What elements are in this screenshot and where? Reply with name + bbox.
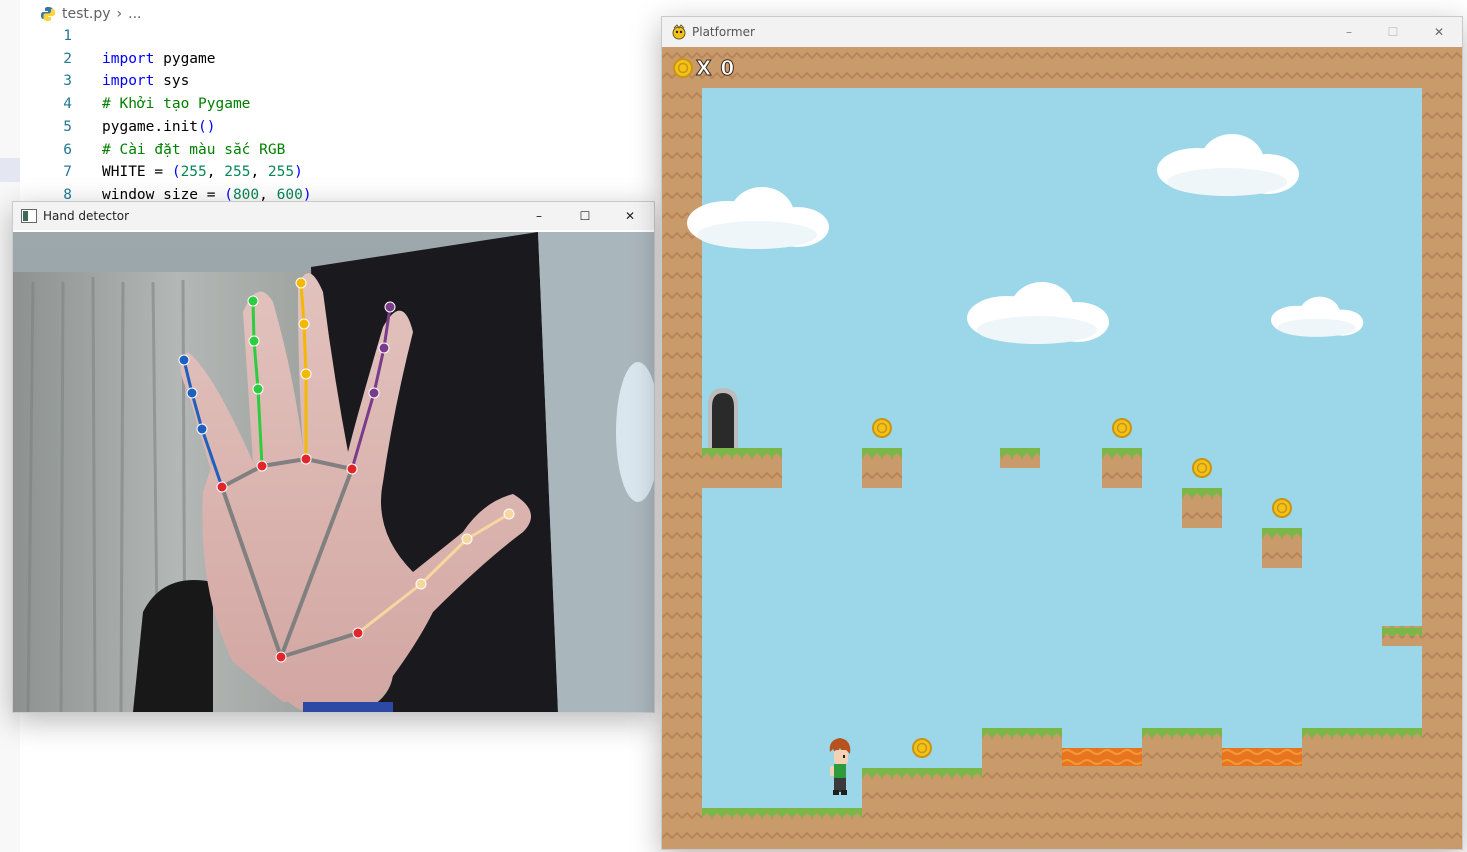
code-token: # Khởi tạo Pygame bbox=[102, 96, 251, 113]
exit-door bbox=[708, 388, 738, 448]
landmark-point bbox=[368, 387, 380, 399]
code-token: , bbox=[250, 164, 268, 181]
code-text: import pygame bbox=[102, 48, 216, 71]
pygame-icon bbox=[672, 24, 686, 40]
landmark-point bbox=[248, 335, 260, 347]
breadcrumb[interactable]: test.py › ... bbox=[40, 3, 141, 25]
close-icon: ✕ bbox=[1433, 25, 1445, 39]
landmark-point bbox=[216, 481, 228, 493]
landmark-point bbox=[300, 368, 312, 380]
lava bbox=[1062, 748, 1142, 766]
code-token: ( bbox=[171, 164, 181, 181]
minimize-icon: – bbox=[536, 209, 542, 223]
hand-detector-titlebar[interactable]: Hand detector – ☐ ✕ bbox=[13, 202, 654, 230]
code-text: WHITE = (255, 255, 255) bbox=[102, 161, 303, 184]
line-number: 5 bbox=[63, 118, 72, 135]
maximize-icon: ☐ bbox=[579, 209, 591, 223]
code-token: , bbox=[206, 164, 225, 181]
coin bbox=[1272, 498, 1292, 518]
coin-count: X 0 bbox=[695, 56, 736, 81]
close-button[interactable]: ✕ bbox=[610, 204, 650, 228]
coin bbox=[1192, 458, 1212, 478]
active-line-marker bbox=[0, 158, 20, 182]
coin bbox=[872, 418, 892, 438]
landmark-point bbox=[178, 354, 190, 366]
close-icon: ✕ bbox=[624, 209, 636, 223]
app-window-icon bbox=[21, 209, 37, 223]
coin-counter: X 0 bbox=[672, 56, 736, 81]
maximize-button[interactable]: ☐ bbox=[1373, 20, 1413, 44]
landmark-point bbox=[352, 627, 364, 639]
landmark-connection bbox=[302, 322, 308, 376]
coin-icon bbox=[673, 58, 693, 78]
coin bbox=[912, 738, 932, 758]
code-token: 255 bbox=[267, 164, 295, 181]
close-button[interactable]: ✕ bbox=[1419, 20, 1459, 44]
maximize-icon: ☐ bbox=[1387, 25, 1399, 39]
landmark-point bbox=[503, 508, 515, 520]
code-token: sys bbox=[154, 73, 190, 90]
hand-detector-title: Hand detector bbox=[43, 209, 130, 223]
line-number: 4 bbox=[63, 96, 72, 113]
landmark-point bbox=[384, 301, 396, 313]
python-file-icon bbox=[41, 7, 55, 21]
breadcrumb-file[interactable]: test.py bbox=[62, 6, 111, 22]
line-number: 6 bbox=[63, 141, 72, 158]
minimize-button[interactable]: – bbox=[519, 204, 559, 228]
landmark-connection bbox=[251, 299, 256, 343]
coin bbox=[1112, 418, 1132, 438]
landmark-point bbox=[196, 423, 208, 435]
landmark-point bbox=[461, 533, 473, 545]
landmark-point bbox=[252, 383, 264, 395]
code-text: # Cài đặt màu sắc RGB bbox=[102, 139, 285, 162]
landmark-point bbox=[295, 277, 307, 289]
game-canvas[interactable] bbox=[662, 48, 1462, 848]
code-token: pygame.init bbox=[102, 118, 199, 135]
breadcrumb-more[interactable]: ... bbox=[128, 6, 141, 22]
platformer-titlebar[interactable]: Platformer – ☐ ✕ bbox=[662, 17, 1462, 47]
lava bbox=[1222, 748, 1302, 766]
code-text: import sys bbox=[102, 70, 189, 93]
webcam-feed bbox=[13, 232, 654, 712]
landmark-point bbox=[378, 342, 390, 354]
maximize-button[interactable]: ☐ bbox=[565, 204, 605, 228]
line-number: 2 bbox=[63, 50, 72, 67]
landmark-point bbox=[256, 460, 268, 472]
landmark-point bbox=[247, 295, 259, 307]
landmark-point bbox=[298, 318, 310, 330]
code-token: 255 bbox=[180, 164, 207, 181]
hand-detector-window[interactable]: Hand detector – ☐ ✕ bbox=[12, 201, 655, 713]
code-token: 255 bbox=[224, 164, 251, 181]
minimize-button[interactable]: – bbox=[1329, 20, 1369, 44]
platformer-window[interactable]: Platformer – ☐ ✕ X 0 bbox=[661, 16, 1463, 850]
landmark-point bbox=[186, 387, 198, 399]
line-number: 1 bbox=[63, 28, 72, 44]
code-token: ) bbox=[294, 164, 303, 181]
line-number: 3 bbox=[63, 73, 72, 90]
code-text: pygame.init() bbox=[102, 116, 216, 139]
platformer-title: Platformer bbox=[692, 25, 755, 39]
landmark-point bbox=[415, 578, 427, 590]
landmark-point bbox=[275, 651, 287, 663]
landmark-point bbox=[346, 463, 358, 475]
code-token: # Cài đặt màu sắc RGB bbox=[102, 141, 286, 158]
breadcrumb-separator: › bbox=[116, 6, 123, 22]
code-token: pygame bbox=[154, 50, 216, 67]
code-token: WHITE = bbox=[102, 164, 172, 181]
landmark-point bbox=[300, 453, 312, 465]
code-token: import bbox=[102, 73, 155, 90]
minimize-icon: – bbox=[1346, 25, 1352, 39]
line-number: 7 bbox=[63, 164, 72, 181]
code-token: import bbox=[102, 50, 155, 67]
code-token: () bbox=[198, 118, 216, 135]
code-text: # Khởi tạo Pygame bbox=[102, 93, 250, 116]
